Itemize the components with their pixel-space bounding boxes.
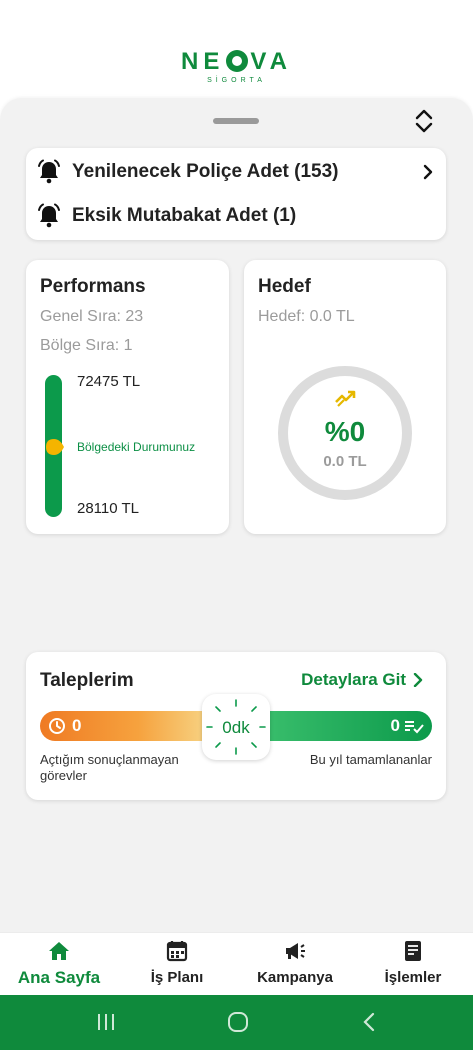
timer-value: 0dk [222, 718, 250, 737]
range-max-label: 72475 TL [77, 373, 141, 390]
performance-title: Performans [40, 276, 146, 297]
nav-label-campaign: Kampanya [257, 969, 333, 986]
region-rank: Bölge Sıra: 1 [40, 337, 133, 354]
nav-item-work-plan[interactable]: İş Planı [118, 939, 236, 986]
open-requests-count: 0 [72, 716, 82, 735]
region-position-marker [46, 439, 64, 455]
logo-text-suffix: VA [250, 48, 292, 75]
back-icon[interactable] [358, 1011, 382, 1033]
notification-renewal-row[interactable]: Yenilenecek Poliçe Adet (153) [36, 152, 436, 192]
neova-logo: NE VA SİGORTA [0, 48, 473, 84]
app-header: NE VA SİGORTA [0, 0, 473, 98]
requests-card: Taleplerim Detaylara Git 0 0 0dk Açtığım… [26, 652, 446, 800]
performance-card[interactable]: Performans Genel Sıra: 23 Bölge Sıra: 1 … [26, 260, 229, 534]
bottom-navigation: Ana Sayfa İş Planı Kampanya İşlemler [0, 932, 473, 995]
clock-icon [49, 718, 65, 734]
open-requests-indicator: 0 [48, 716, 81, 736]
chevron-right-icon [413, 673, 423, 687]
megaphone-icon [286, 943, 305, 959]
logo-o-mark [226, 50, 249, 72]
document-icon [405, 941, 421, 961]
home-button-icon[interactable] [226, 1011, 250, 1033]
drag-handle[interactable] [213, 118, 259, 124]
notifications-card: Yenilenecek Poliçe Adet (153) Eksik Muta… [26, 148, 446, 240]
nav-item-home[interactable]: Ana Sayfa [0, 939, 118, 988]
nav-item-campaign[interactable]: Kampanya [236, 939, 354, 986]
chevron-right-icon[interactable] [420, 164, 436, 180]
nav-label-transactions: İşlemler [384, 969, 442, 986]
completed-requests-description: Bu yıl tamamlananlar [309, 752, 432, 767]
notification-reconciliation-label: Eksik Mutabakat Adet (1) [72, 205, 297, 226]
calendar-icon [166, 941, 188, 962]
main-sheet: Yenilenecek Poliçe Adet (153) Eksik Muta… [0, 98, 473, 932]
bell-alert-icon [38, 159, 60, 184]
details-link[interactable]: Detaylara Git [301, 670, 424, 690]
target-achieved-amount: 0.0 TL [323, 453, 367, 470]
expand-collapse-icon[interactable] [413, 108, 435, 134]
system-navigation-bar [0, 995, 473, 1050]
target-amount-subtitle: Hedef: 0.0 TL [258, 308, 355, 325]
nav-label-home: Ana Sayfa [17, 968, 101, 987]
notification-reconciliation-row[interactable]: Eksik Mutabakat Adet (1) [36, 196, 436, 236]
target-percent: %0 [324, 416, 366, 447]
trending-up-icon [335, 390, 356, 407]
target-card[interactable]: Hedef Hedef: 0.0 TL %0 0.0 TL [244, 260, 446, 534]
bell-alert-icon [38, 203, 60, 228]
list-check-icon [405, 721, 424, 734]
details-link-label: Detaylara Git [301, 670, 406, 689]
target-title: Hedef [258, 276, 311, 297]
completed-requests-count: 0 [390, 716, 400, 735]
completed-requests-indicator: 0 [391, 716, 424, 736]
recent-apps-icon[interactable] [94, 1011, 118, 1033]
nav-item-transactions[interactable]: İşlemler [354, 939, 472, 986]
region-position-label: Bölgedeki Durumunuz [77, 440, 196, 454]
nav-label-work-plan: İş Planı [150, 969, 204, 986]
general-rank: Genel Sıra: 23 [40, 308, 144, 325]
range-min-label: 28110 TL [77, 500, 139, 517]
requests-title: Taleplerim [40, 670, 134, 691]
notification-renewal-label: Yenilenecek Poliçe Adet (153) [72, 161, 339, 182]
timer-badge: 0dk [202, 694, 270, 760]
logo-text-prefix: NE [181, 48, 225, 75]
open-requests-description: Açtığım sonuçlanmayan görevler [40, 752, 179, 783]
home-icon [49, 942, 69, 960]
logo-subtitle: SİGORTA [207, 77, 266, 84]
